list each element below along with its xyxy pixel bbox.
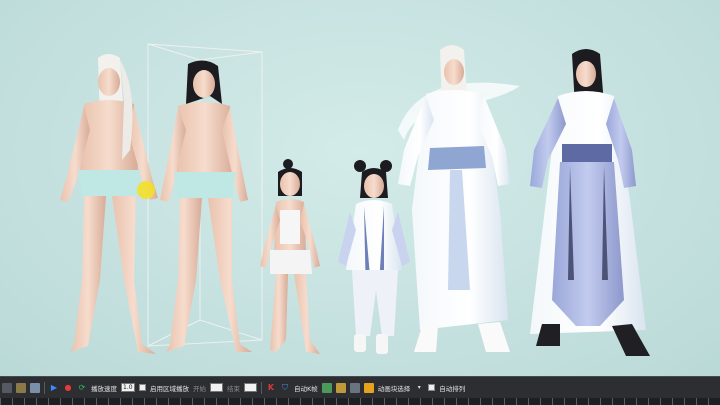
play-icon[interactable]: ▶	[49, 383, 59, 393]
image-icon[interactable]	[321, 382, 332, 393]
record-icon[interactable]: ●	[63, 383, 73, 393]
auto-sort-label: 自动排列	[439, 384, 466, 393]
character-white-haired-male-base[interactable]	[60, 54, 158, 354]
enable-range-checkbox[interactable]	[139, 384, 146, 391]
key-icon[interactable]: K	[266, 383, 276, 393]
cursor-highlight-icon	[137, 181, 155, 199]
chevron-down-icon[interactable]: ▾	[414, 383, 424, 393]
grid-icon[interactable]	[349, 382, 360, 393]
end-label: 结束	[227, 384, 240, 393]
character-white-haired-male-robe[interactable]	[398, 45, 520, 352]
start-input[interactable]	[210, 383, 223, 392]
folder-open-icon[interactable]	[335, 382, 346, 393]
animation-toolbar: ▶ ● ⟳ 播放速度 启用区域播放 开始 结束 K ⛉ 自动K帧 动画块选择 ▾…	[0, 376, 720, 398]
toolbar-separator	[261, 381, 262, 394]
scene-canvas	[60, 43, 650, 356]
shield-icon[interactable]: ⛉	[280, 383, 290, 393]
play-speed-input[interactable]	[121, 383, 135, 392]
play-speed-label: 播放速度	[91, 384, 117, 393]
auto-key-label: 自动K帧	[294, 384, 318, 393]
3d-viewport[interactable]	[0, 0, 720, 376]
stop-icon[interactable]	[2, 382, 12, 393]
enable-range-label: 启用区域播放	[150, 384, 189, 393]
anim-select-label[interactable]: 动画块选择	[378, 383, 411, 393]
end-input[interactable]	[244, 383, 257, 392]
auto-sort-checkbox[interactable]	[428, 384, 436, 391]
start-label: 开始	[193, 384, 206, 393]
character-dark-haired-male-base[interactable]	[160, 60, 252, 352]
character-child-girl-robe[interactable]	[338, 160, 410, 354]
character-child-girl-base[interactable]	[260, 159, 320, 354]
save-icon[interactable]	[16, 382, 26, 393]
character-dark-haired-male-robe[interactable]	[530, 49, 650, 356]
loop-icon[interactable]: ⟳	[77, 383, 87, 393]
toolbar-separator	[44, 381, 45, 394]
folder-icon[interactable]	[30, 382, 40, 393]
lock-icon[interactable]	[363, 382, 374, 393]
timeline-ruler[interactable]	[0, 398, 720, 405]
